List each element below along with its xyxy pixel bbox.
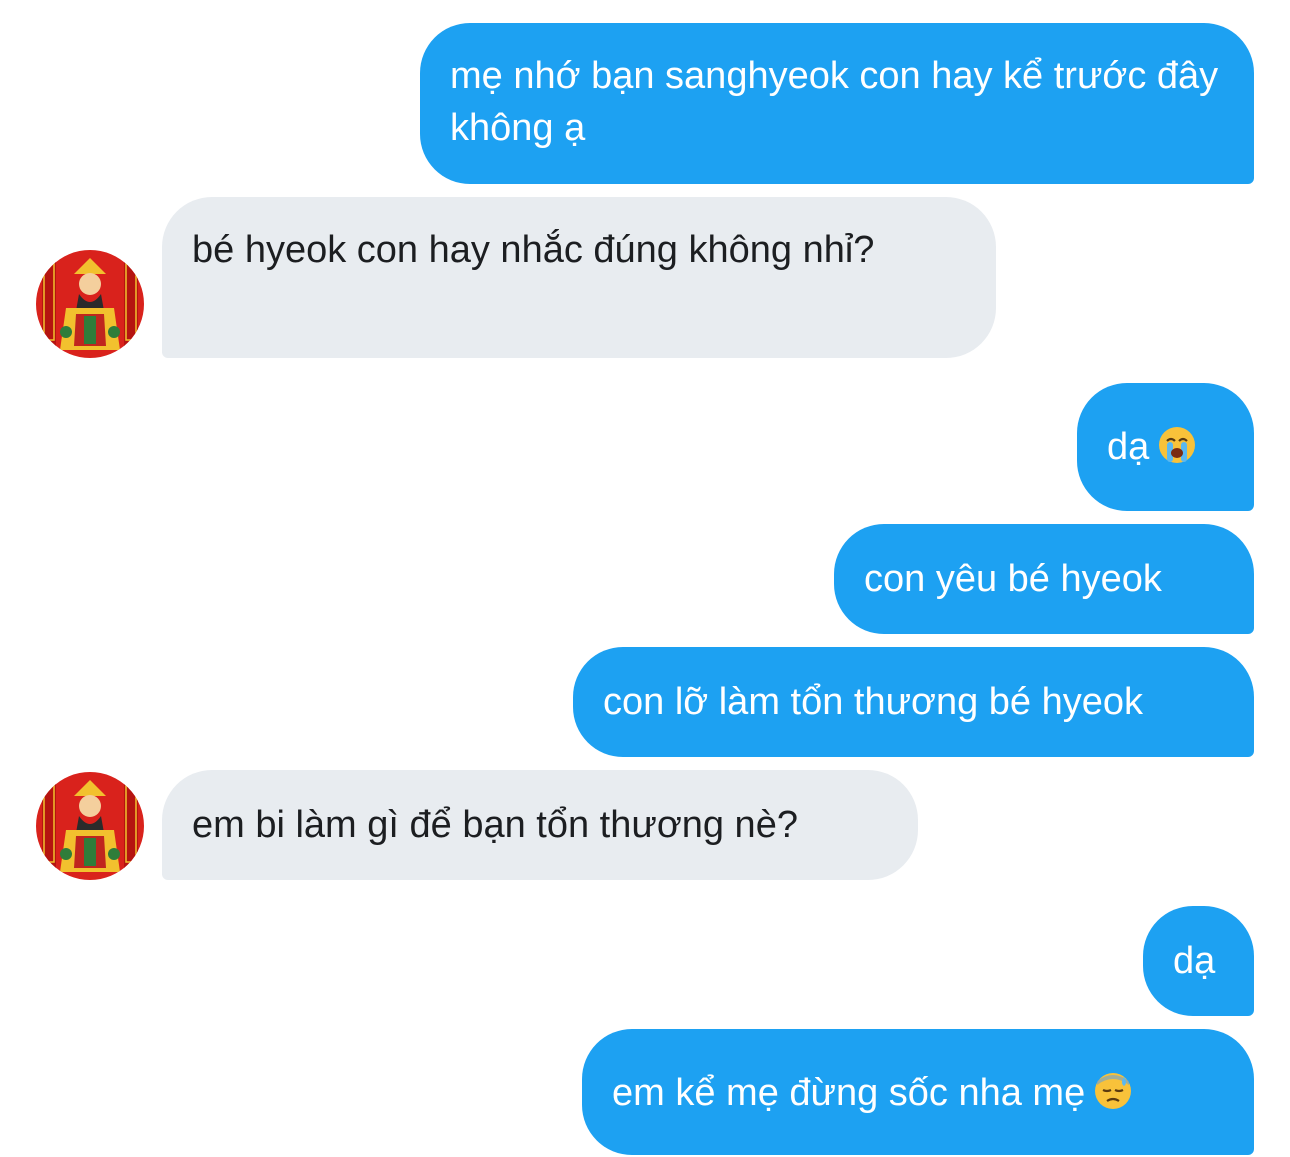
- message-text: bé hyeok con hay nhắc đúng không nhỉ?: [192, 229, 875, 271]
- contact-avatar[interactable]: [36, 250, 144, 358]
- avatar-image-icon: [36, 250, 144, 358]
- sent-message-bubble[interactable]: em kể mẹ đừng sốc nha mẹ: [582, 1029, 1254, 1155]
- message-text: em bi làm gì để bạn tổn thương nè?: [192, 804, 798, 846]
- message-text: dạ: [1107, 426, 1150, 468]
- conversation-thread: mẹ nhớ bạn sanghyeok con hay kể trước đâ…: [0, 0, 1290, 1157]
- avatar-image-icon: [36, 772, 144, 880]
- sent-message-bubble[interactable]: dạ: [1077, 383, 1254, 511]
- message-text: mẹ nhớ bạn sanghyeok con hay kể trước đâ…: [450, 55, 1219, 149]
- message-text: em kể mẹ đừng sốc nha mẹ: [612, 1072, 1086, 1114]
- contact-avatar[interactable]: [36, 772, 144, 880]
- sent-message-bubble[interactable]: con lỡ làm tổn thương bé hyeok: [573, 647, 1254, 757]
- sent-message-bubble[interactable]: dạ: [1143, 906, 1254, 1016]
- received-message-bubble[interactable]: em bi làm gì để bạn tổn thương nè?: [162, 770, 918, 880]
- loudly-crying-face-emoji-icon: [1159, 427, 1196, 463]
- received-message-bubble[interactable]: bé hyeok con hay nhắc đúng không nhỉ?: [162, 197, 996, 358]
- downcast-face-with-sweat-emoji-icon: [1095, 1073, 1132, 1109]
- message-text: con yêu bé hyeok: [864, 558, 1162, 600]
- sent-message-bubble[interactable]: mẹ nhớ bạn sanghyeok con hay kể trước đâ…: [420, 23, 1254, 184]
- message-text: dạ: [1173, 940, 1216, 982]
- message-text: con lỡ làm tổn thương bé hyeok: [603, 681, 1144, 723]
- sent-message-bubble[interactable]: con yêu bé hyeok: [834, 524, 1254, 634]
